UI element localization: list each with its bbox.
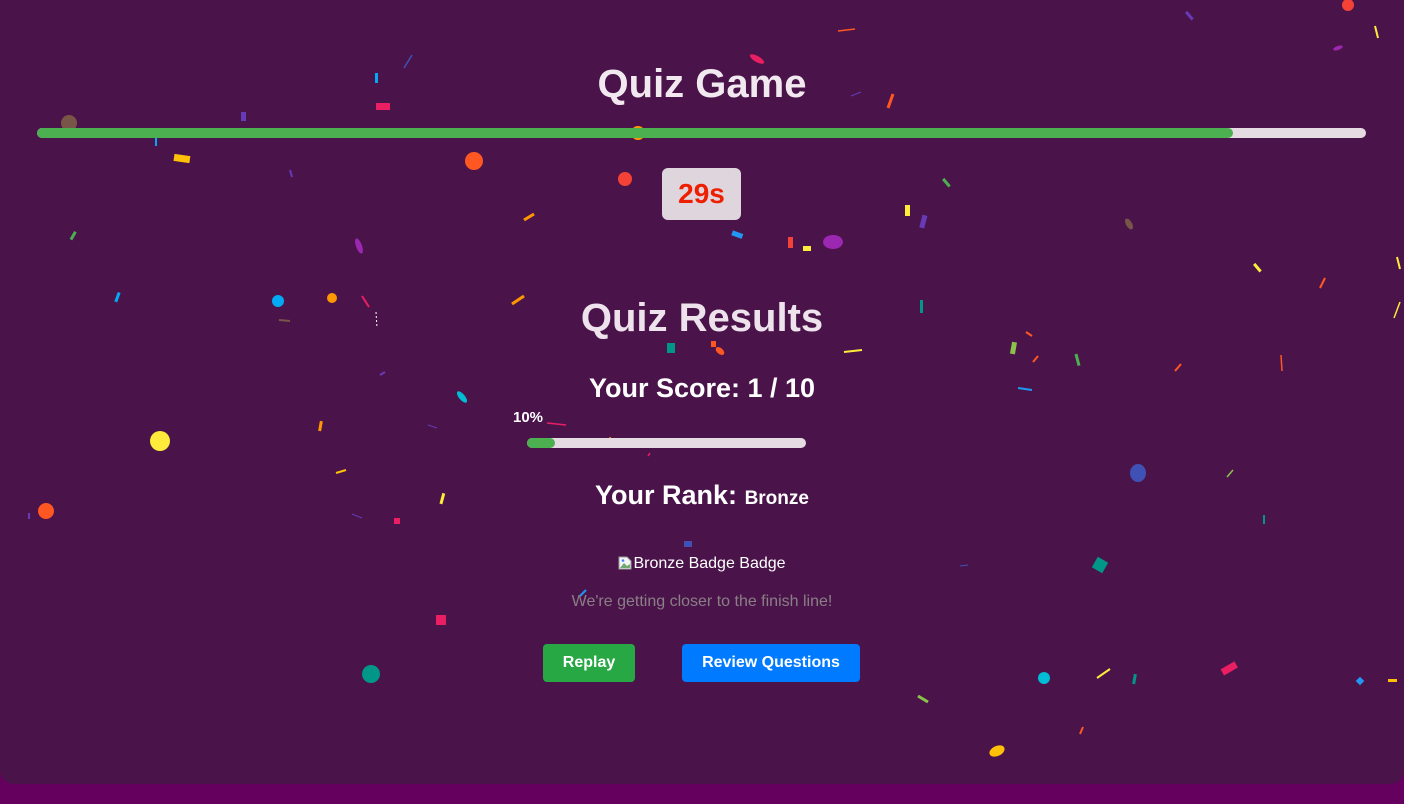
confetti-piece: [318, 420, 323, 432]
confetti-piece: [241, 112, 246, 121]
confetti-piece: [919, 214, 928, 229]
confetti-piece: [1079, 726, 1084, 735]
confetti-piece: [942, 177, 951, 188]
confetti-piece: [335, 469, 347, 474]
confetti-piece: [1388, 679, 1397, 682]
rank-label: Your Rank:: [595, 480, 738, 510]
confetti-piece: [684, 541, 692, 547]
timer-progress-fill: [37, 128, 1234, 138]
score-label: Your Score: 1 / 10: [588, 373, 816, 403]
confetti-piece: [394, 518, 400, 524]
confetti-piece: [1396, 256, 1401, 270]
encouragement-message: We're getting closer to the finish line!: [571, 593, 833, 610]
rank-value: Bronze: [744, 488, 809, 509]
confetti-piece: [1132, 673, 1137, 685]
confetti-piece: [155, 137, 157, 146]
confetti-piece: [788, 237, 793, 248]
confetti-piece: [1096, 668, 1111, 679]
confetti-piece: [715, 347, 725, 355]
confetti-piece: [667, 343, 675, 353]
confetti-piece: [917, 694, 929, 704]
confetti-piece: [711, 341, 716, 347]
page-title: Quiz Game: [597, 62, 807, 106]
confetti-piece: [28, 513, 30, 519]
rank-line: Your Rank: Bronze: [0, 480, 1404, 511]
score-progress-fill: [527, 438, 555, 448]
confetti-piece: [837, 28, 856, 32]
confetti-piece: [1185, 10, 1194, 21]
confetti-piece: [465, 152, 483, 170]
confetti-piece: [289, 169, 293, 178]
confetti-piece: [905, 205, 910, 216]
confetti-piece: [1038, 672, 1050, 684]
confetti-piece: [427, 424, 438, 429]
confetti-piece: [1342, 0, 1354, 11]
confetti-piece: [436, 615, 446, 625]
badge-alt-text: Bronze Badge Badge: [633, 555, 786, 572]
score-progress-bar: [527, 438, 806, 448]
confetti-piece: [362, 665, 380, 683]
confetti-piece: [989, 745, 1005, 757]
confetti-piece: [731, 230, 744, 239]
confetti-piece: [1263, 515, 1265, 524]
timer-display: 29s: [662, 168, 741, 220]
review-questions-button[interactable]: Review Questions: [682, 644, 860, 682]
confetti-piece: [618, 172, 632, 186]
timer-progress-bar: [37, 128, 1366, 138]
confetti-piece: [69, 231, 77, 241]
rank-badge-image: Bronze Badge Badge: [0, 555, 1404, 573]
confetti-piece: [1280, 354, 1283, 372]
confetti-piece: [1220, 661, 1238, 676]
confetti-piece: [1009, 341, 1017, 355]
confetti-piece: [1074, 353, 1081, 367]
confetti-piece: [803, 246, 811, 251]
confetti-piece: [523, 212, 535, 222]
confetti-piece: [843, 349, 863, 353]
confetti-piece: [1226, 469, 1234, 478]
confetti-piece: [1319, 277, 1326, 289]
quiz-card: Quiz Game 29s Quiz Results Your Score: 1…: [0, 0, 1404, 784]
confetti-piece: [647, 452, 651, 457]
confetti-piece: [173, 153, 191, 164]
confetti-piece: [1333, 45, 1343, 51]
score-percent-label: 10%: [513, 409, 544, 426]
confetti-piece: [1125, 218, 1133, 230]
confetti-piece: [1374, 25, 1379, 39]
confetti-piece: [823, 235, 843, 249]
results-title: Quiz Results: [580, 296, 824, 340]
replay-button[interactable]: Replay: [543, 644, 635, 682]
confetti-piece: [546, 422, 567, 426]
confetti-piece: [150, 431, 170, 451]
confetti-piece: [1253, 262, 1262, 273]
confetti-piece: [1174, 363, 1182, 372]
confetti-piece: [1032, 355, 1039, 363]
broken-image-icon: [618, 556, 632, 570]
confetti-piece: [1355, 676, 1365, 686]
confetti-piece: [351, 513, 363, 519]
confetti-piece: [355, 238, 363, 254]
